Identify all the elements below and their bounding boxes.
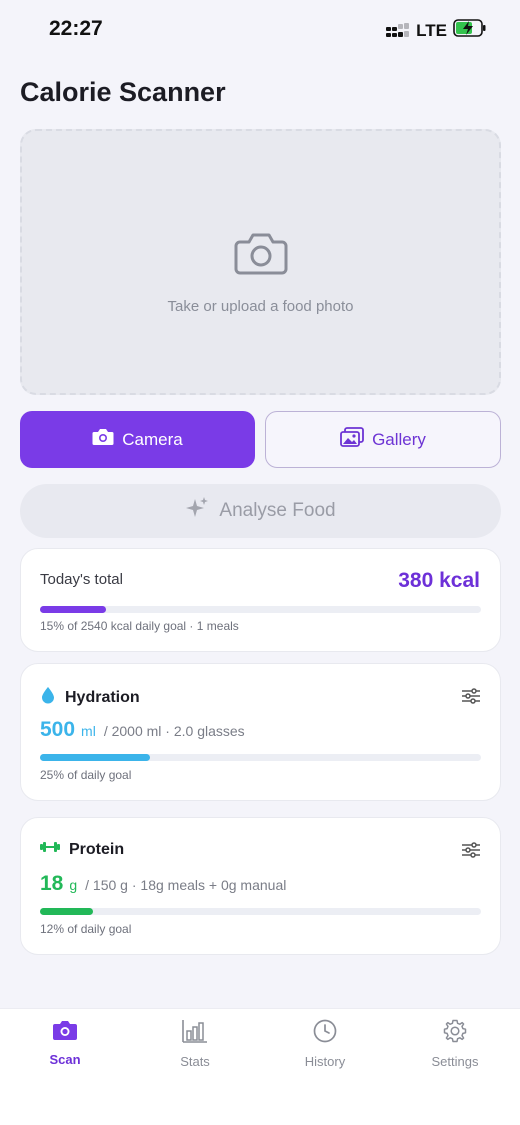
tab-history[interactable]: History bbox=[275, 1019, 375, 1069]
hydration-progress-fill bbox=[40, 754, 151, 761]
protein-card[interactable]: Protein 18 g / 150 g · 18g meals + 0g ma… bbox=[20, 817, 501, 955]
protein-detail: / 150 g · 18g meals + 0g manual bbox=[85, 877, 287, 893]
hydration-goal-text: 25% of daily goal bbox=[40, 768, 132, 782]
hydration-progress-track bbox=[40, 754, 481, 761]
sliders-icon[interactable] bbox=[462, 688, 480, 709]
battery-charging-icon bbox=[453, 19, 487, 42]
bottom-tab-bar: Scan Stats History Settings bbox=[0, 1008, 520, 1125]
protein-progress-fill bbox=[40, 908, 93, 915]
camera-icon bbox=[92, 428, 114, 451]
analyse-food-button[interactable]: Analyse Food bbox=[20, 484, 501, 538]
protein-header: Protein bbox=[40, 840, 124, 859]
camera-button-label: Camera bbox=[122, 429, 183, 449]
status-bar: 22:27 LTE bbox=[0, 0, 520, 60]
signal-icon bbox=[386, 22, 410, 39]
calorie-progress-track bbox=[40, 606, 481, 613]
dumbbell-icon bbox=[40, 840, 60, 859]
sliders-icon[interactable] bbox=[462, 842, 480, 863]
hydration-value: 500 bbox=[40, 718, 76, 741]
camera-button[interactable]: Camera bbox=[20, 411, 255, 468]
protein-unit: g bbox=[69, 877, 78, 893]
network-type: LTE bbox=[416, 20, 447, 40]
photo-dropzone[interactable]: Take or upload a food photo bbox=[20, 129, 501, 395]
protein-title: Protein bbox=[69, 840, 125, 858]
tab-settings[interactable]: Settings bbox=[405, 1019, 505, 1069]
hydration-title: Hydration bbox=[65, 688, 140, 706]
tab-label-settings: Settings bbox=[431, 1054, 479, 1069]
hydration-unit: ml bbox=[81, 723, 96, 739]
today-total-label: Today's total bbox=[40, 571, 123, 588]
water-drop-icon bbox=[40, 686, 56, 709]
protein-goal-text: 12% of daily goal bbox=[40, 922, 132, 936]
gallery-button[interactable]: Gallery bbox=[265, 411, 501, 468]
gallery-icon bbox=[340, 427, 364, 452]
hydration-card[interactable]: Hydration 500 ml / 2000 ml · 2.0 glasses… bbox=[20, 663, 501, 801]
tab-stats[interactable]: Stats bbox=[145, 1019, 245, 1069]
tab-label-history: History bbox=[304, 1054, 346, 1069]
protein-metric: 18 g / 150 g · 18g meals + 0g manual bbox=[40, 872, 286, 896]
clock-icon bbox=[313, 1019, 337, 1048]
dropzone-prompt: Take or upload a food photo bbox=[167, 298, 354, 315]
today-total-card: Today's total 380 kcal 15% of 2540 kcal … bbox=[20, 548, 501, 652]
status-indicators: LTE bbox=[386, 19, 487, 42]
hydration-header: Hydration bbox=[40, 686, 140, 709]
protein-progress-track bbox=[40, 908, 481, 915]
tab-label-stats: Stats bbox=[180, 1054, 210, 1069]
today-total-value: 380 kcal bbox=[398, 569, 480, 592]
tab-label-scan: Scan bbox=[49, 1052, 81, 1067]
status-time: 22:27 bbox=[49, 17, 103, 40]
bar-chart-icon bbox=[182, 1019, 208, 1048]
camera-icon bbox=[234, 231, 288, 280]
hydration-metric: 500 ml / 2000 ml · 2.0 glasses bbox=[40, 718, 245, 742]
analyse-food-label: Analyse Food bbox=[219, 500, 336, 521]
page-title: Calorie Scanner bbox=[20, 77, 226, 107]
sparkles-icon bbox=[185, 496, 209, 526]
gear-icon bbox=[443, 1019, 467, 1048]
hydration-detail: / 2000 ml · 2.0 glasses bbox=[103, 723, 245, 739]
calorie-progress-fill bbox=[40, 606, 107, 613]
tab-scan[interactable]: Scan bbox=[15, 1019, 115, 1067]
protein-value: 18 bbox=[40, 872, 64, 895]
calorie-summary: 15% of 2540 kcal daily goal · 1 meals bbox=[40, 619, 239, 633]
gallery-button-label: Gallery bbox=[372, 429, 426, 449]
camera-icon bbox=[52, 1019, 78, 1046]
